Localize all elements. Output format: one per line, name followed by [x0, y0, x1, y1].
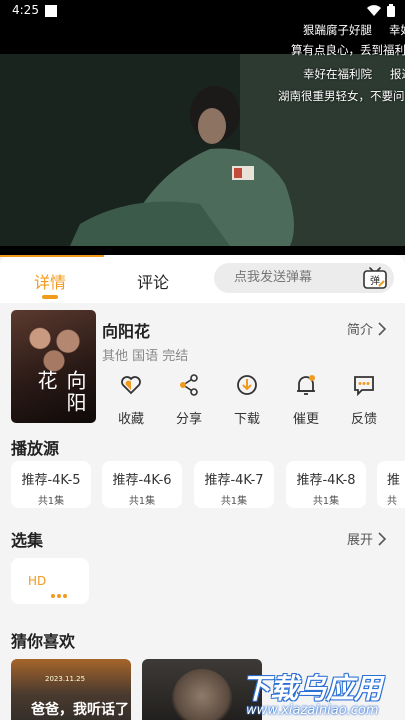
tab-comments[interactable]: 评论 [137, 269, 169, 293]
watermark-logo: 下载乌应用 www.xiazainiao.com [238, 667, 403, 720]
feedback-icon [354, 376, 374, 397]
episodes-title: 选集 [11, 531, 44, 550]
urge-update-label: 催更 [292, 412, 319, 427]
danmaku-toggle-icon[interactable]: 弹 [362, 266, 388, 290]
source-item[interactable]: 推 共 [377, 461, 405, 508]
video-player[interactable]: 狠踹腐子好腿 幸好 算有点良心，丢到福利 幸好在福利院 报过 湖南很重男轻女，不… [0, 22, 405, 255]
source-count: 共 [387, 496, 397, 507]
source-item[interactable]: 推荐-4K-6 共1集 [102, 461, 182, 508]
source-count: 共1集 [220, 496, 248, 507]
danmaku-comment: 幸好在福利院 [303, 67, 372, 81]
favorite-button[interactable]: 收藏 [106, 373, 156, 427]
tab-details[interactable]: 详情 [34, 269, 66, 293]
episode-item[interactable]: HD [11, 558, 89, 604]
movie-title: 向阳花 [102, 322, 151, 341]
source-item[interactable]: 推荐-4K-8 共1集 [286, 461, 366, 508]
video-frame [0, 54, 405, 246]
danmaku-toggle-label: 弹 [370, 274, 380, 287]
share-button[interactable]: 分享 [164, 373, 214, 427]
status-icons [367, 4, 395, 17]
download-label: 下载 [233, 412, 260, 427]
share-label: 分享 [175, 412, 202, 427]
feedback-button[interactable]: 反馈 [339, 373, 389, 427]
danmaku-comment: 报过 [390, 67, 405, 81]
intro-button[interactable]: 简介 [347, 319, 387, 338]
bell-icon [297, 375, 315, 395]
recommend-item[interactable]: 2023.11.25 爸爸，我听话了 [11, 659, 131, 720]
download-button[interactable]: 下载 [222, 373, 272, 427]
status-bar: 4:25 [0, 0, 405, 22]
source-name: 推荐-4K-5 [21, 473, 81, 488]
source-name: 推荐-4K-8 [296, 473, 356, 488]
recommend-title: 猜你喜欢 [11, 632, 76, 651]
sources-title: 播放源 [11, 439, 60, 458]
source-name: 推荐-4K-7 [204, 473, 264, 488]
playing-indicator-icon [51, 583, 69, 602]
source-item[interactable]: 推荐-4K-5 共1集 [11, 461, 91, 508]
action-bar: 收藏 分享 下载 催更 反馈 [102, 373, 400, 427]
movie-poster: 向阳花 [11, 310, 96, 423]
source-name: 推 [387, 473, 401, 488]
source-name: 推荐-4K-6 [112, 473, 172, 488]
recommend-item-subtitle: 2023.11.25 [45, 675, 86, 683]
share-icon [180, 374, 198, 396]
chevron-right-icon [378, 531, 387, 546]
recommend-item-title: 爸爸，我听话了 [31, 702, 129, 718]
poster-art [19, 316, 89, 372]
detail-tabs: 详情 评论 弹 [0, 255, 405, 303]
status-time: 4:25 [12, 3, 39, 17]
danmaku-comment: 湖南很重男轻女，不要问 [278, 89, 405, 103]
danmaku-send-box[interactable]: 弹 [214, 263, 394, 293]
expand-button[interactable]: 展开 [347, 529, 387, 548]
wifi-icon [367, 4, 381, 16]
danmaku-comment: 狠踹腐子好腿 [303, 23, 372, 37]
poster-title: 向阳花 [34, 370, 87, 414]
episode-label: HD [28, 574, 47, 588]
danmaku-comment: 算有点良心，丢到福利 [291, 43, 405, 57]
source-count: 共1集 [312, 496, 340, 507]
source-list: 推荐-4K-5 共1集 推荐-4K-6 共1集 推荐-4K-7 共1集 推荐-4… [11, 461, 405, 509]
source-count: 共1集 [37, 496, 65, 507]
chevron-right-icon [378, 321, 387, 336]
tab-top-highlight [0, 255, 104, 257]
watermark-main: 下载乌应用 [242, 672, 383, 705]
danmaku-comment: 幸好 [389, 23, 405, 37]
feedback-label: 反馈 [350, 412, 377, 427]
tab-indicator [42, 295, 58, 299]
notification-icon [45, 5, 57, 17]
danmaku-input[interactable] [234, 270, 354, 285]
source-count: 共1集 [128, 496, 156, 507]
download-icon [237, 375, 257, 395]
urge-update-button[interactable]: 催更 [281, 373, 331, 427]
detail-content: 向阳花 向阳花 其他 国语 完结 简介 收藏 分享 下载 催更 反馈 播放源 推… [0, 303, 405, 720]
heart-icon [121, 376, 141, 395]
expand-label: 展开 [346, 533, 373, 548]
watermark-sub: www.xiazainiao.com [246, 703, 379, 718]
video-scene [0, 54, 405, 246]
movie-meta: 其他 国语 完结 [102, 349, 189, 364]
intro-label: 简介 [346, 323, 373, 338]
favorite-label: 收藏 [117, 412, 144, 427]
battery-icon [387, 4, 395, 17]
recommend-poster-art [172, 669, 232, 720]
source-item[interactable]: 推荐-4K-7 共1集 [194, 461, 274, 508]
